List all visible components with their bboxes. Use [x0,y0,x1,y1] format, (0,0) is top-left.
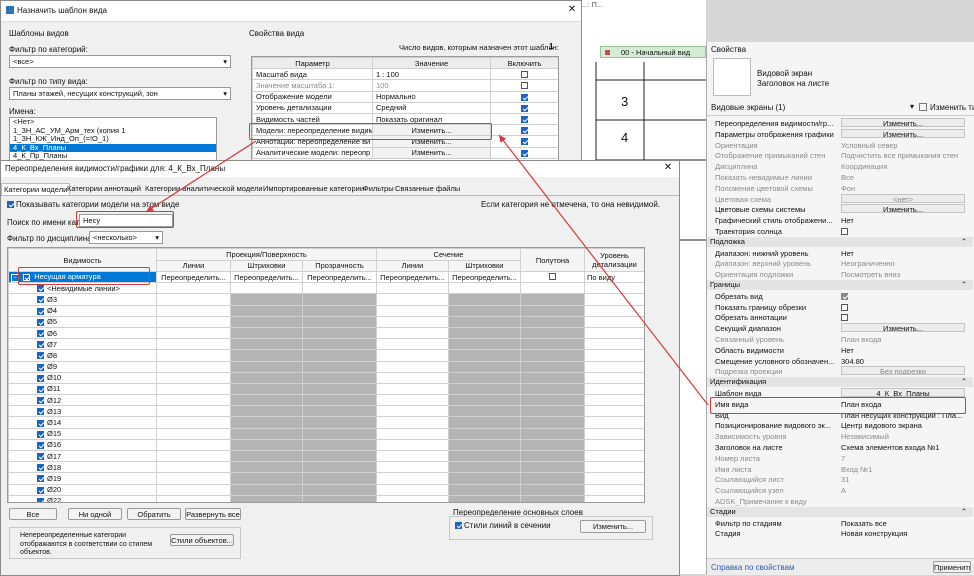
arrow-to-override [498,134,709,406]
annotation-arrows [145,134,709,406]
arrow-to-search [145,140,257,213]
